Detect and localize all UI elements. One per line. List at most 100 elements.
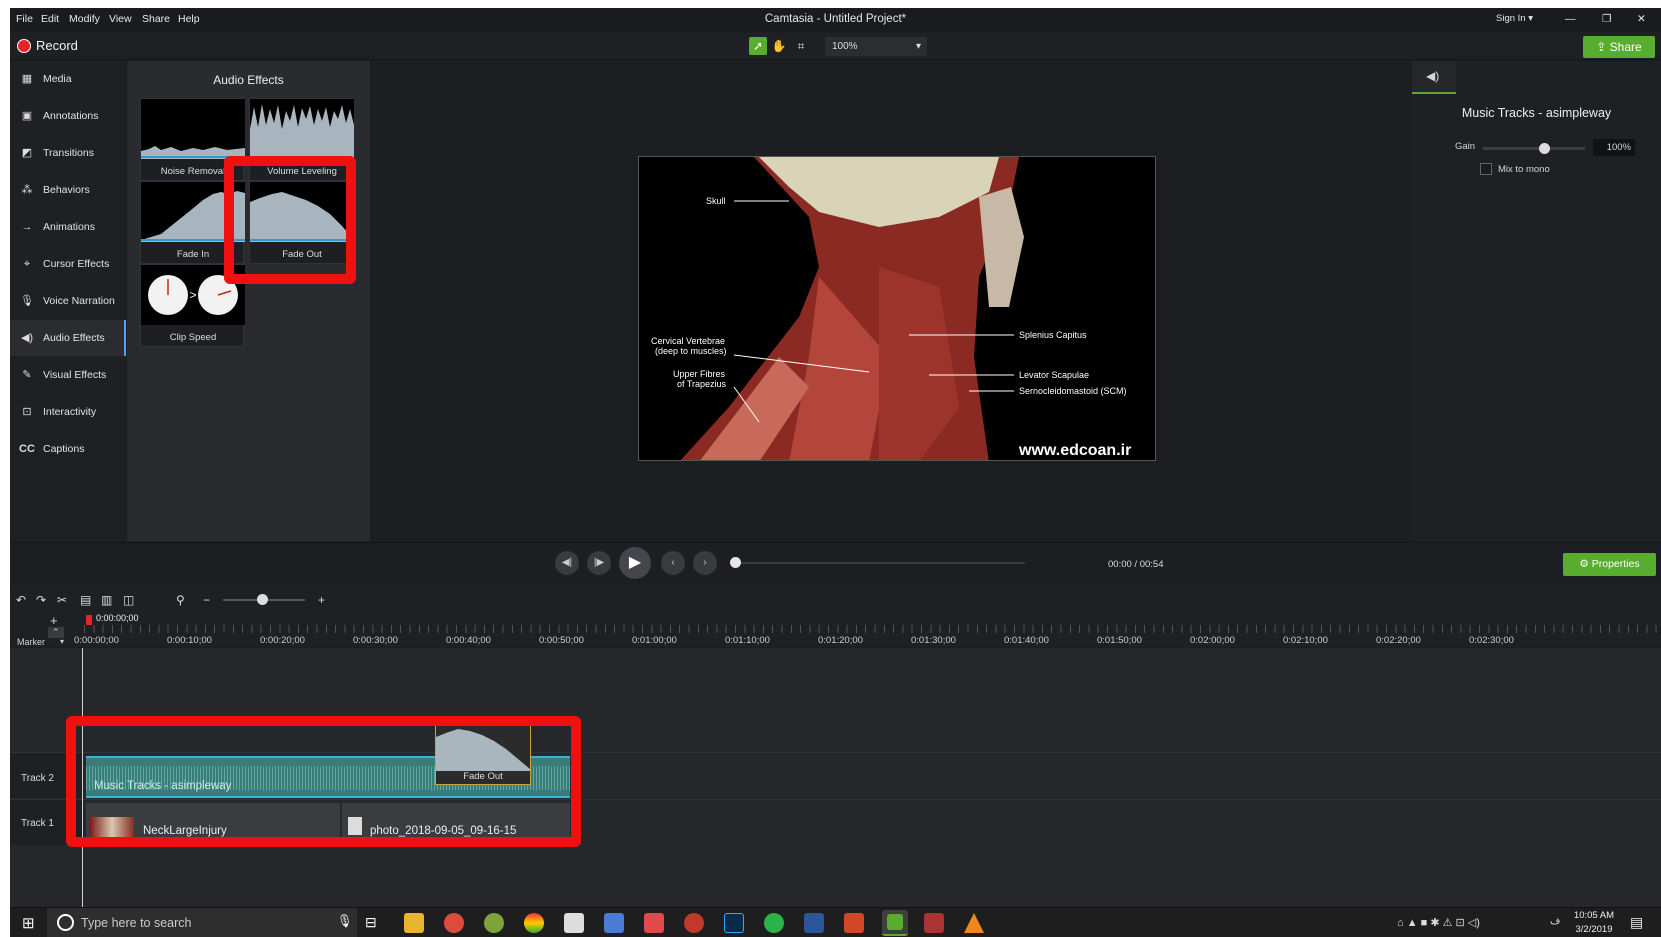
film-icon: ▦ [21, 73, 33, 85]
notifications-icon[interactable]: ▤ [1630, 914, 1643, 931]
sidebar-label: Media [43, 73, 72, 85]
word-icon[interactable] [804, 913, 824, 933]
sidebar-label: Annotations [43, 110, 99, 122]
sidebar-item-cursor-effects[interactable]: ⌖ Cursor Effects [10, 246, 126, 282]
split-icon[interactable]: ◫ [123, 593, 134, 607]
pan-hand-icon[interactable]: ✋ [770, 37, 788, 55]
minimize-button[interactable]: — [1565, 13, 1576, 25]
app-icon[interactable] [924, 913, 944, 933]
zoom-out-icon[interactable]: − [203, 593, 210, 607]
ruler-tick-label: 0:02:20;00 [1376, 635, 1421, 646]
waveform-thumbnail [141, 99, 245, 159]
sidebar-item-captions[interactable]: CC Captions [10, 431, 126, 467]
cut-icon[interactable]: ✂ [57, 593, 67, 607]
powerpoint-icon[interactable] [844, 913, 864, 933]
play-icon[interactable]: ▶ [619, 547, 651, 579]
taskbar-search[interactable]: Type here to search 🎙 [47, 908, 357, 937]
speaker-icon: ◀) [20, 332, 34, 344]
step-forward-icon[interactable]: |▶ [587, 551, 611, 575]
playhead-marker[interactable] [86, 615, 92, 625]
sidebar-item-transitions[interactable]: ◩ Transitions [10, 135, 126, 171]
gain-value[interactable]: 100% [1593, 139, 1635, 156]
ruler-tick-label: 0:02:30;00 [1469, 635, 1514, 646]
clock-date[interactable]: 3/2/2019 [1572, 924, 1616, 935]
sidebar-item-interactivity[interactable]: ⊡ Interactivity [10, 394, 126, 430]
sidebar-item-media[interactable]: ▦ Media [10, 61, 126, 97]
timeline-zoom-thumb[interactable] [257, 594, 268, 605]
app-icon[interactable] [524, 913, 544, 933]
cc-icon: CC [19, 443, 35, 455]
sidebar-item-behaviors[interactable]: ⁂ Behaviors [10, 172, 126, 208]
sidebar-label: Animations [43, 221, 95, 233]
menu-bar: File Edit Modify View Share Help Camtasi… [10, 8, 1661, 32]
app-icon[interactable] [684, 913, 704, 933]
ruler-tick-label: 0:02:10;00 [1283, 635, 1328, 646]
app-icon[interactable] [484, 913, 504, 933]
gain-slider-thumb[interactable] [1539, 143, 1551, 154]
close-button[interactable]: ✕ [1637, 13, 1646, 25]
sidebar-label: Visual Effects [43, 369, 107, 381]
step-back-icon[interactable]: ◀| [555, 551, 579, 575]
sidebar-item-visual-effects[interactable]: ✎ Visual Effects [10, 357, 126, 393]
chevron-down-icon[interactable]: ▾ [60, 637, 64, 646]
waveform-thumbnail [250, 99, 354, 159]
file-explorer-icon[interactable] [404, 913, 424, 933]
chrome-icon[interactable] [444, 913, 464, 933]
scrub-thumb[interactable] [730, 557, 741, 568]
ruler-tick-label: 0:00:20;00 [260, 635, 305, 646]
task-view-icon[interactable]: ⊟ [365, 914, 377, 931]
select-tool-icon[interactable]: ➚ [749, 37, 767, 55]
next-marker-icon[interactable]: › [693, 551, 717, 575]
mix-to-mono-checkbox[interactable] [1480, 163, 1492, 175]
zoom-select[interactable]: 100% ▾ [825, 37, 927, 56]
sidebar-item-annotations[interactable]: ▣ Annotations [10, 98, 126, 134]
camtasia-taskbar-icon[interactable] [882, 910, 908, 936]
duration: 00:54 [1139, 559, 1164, 570]
gain-slider[interactable] [1483, 143, 1585, 154]
ruler-tick-label: 0:00:00;00 [74, 635, 119, 646]
timeline-zoom-slider[interactable] [223, 594, 305, 605]
zoom-search-icon[interactable]: ⚲ [176, 593, 185, 607]
sidebar-item-audio-effects[interactable]: ◀) Audio Effects [10, 320, 126, 356]
properties-button[interactable]: ⚙ Properties [1563, 553, 1656, 576]
time-readout: 00:00 / 00:54 [1108, 559, 1163, 570]
redo-icon[interactable]: ↷ [36, 593, 46, 607]
ruler-ticks [84, 625, 1661, 633]
sidebar-item-voice-narration[interactable]: 🎙 Voice Narration [10, 283, 126, 319]
sign-in-menu[interactable]: Sign In ▾ [1496, 13, 1533, 24]
cursor-icon: ⌖ [23, 258, 31, 270]
sidebar-item-animations[interactable]: → Animations [10, 209, 126, 245]
restore-button[interactable]: ❐ [1602, 13, 1611, 25]
video-preview[interactable]: Skull Cervical Vertebrae (deep to muscle… [638, 156, 1156, 461]
app-icon[interactable] [604, 913, 624, 933]
app-icon[interactable] [564, 913, 584, 933]
sidebar-label: Interactivity [43, 406, 97, 418]
scrub-bar[interactable] [730, 557, 1025, 568]
keyboard-language[interactable]: ف [1550, 916, 1560, 927]
highlight-box-effect [224, 156, 356, 284]
neck-anatomy-image: Skull Cervical Vertebrae (deep to muscle… [639, 157, 1155, 460]
previous-marker-icon[interactable]: ‹ [661, 551, 685, 575]
record-button[interactable]: Record [36, 38, 78, 53]
add-track-icon[interactable]: + [50, 613, 58, 628]
vlc-icon[interactable] [964, 913, 984, 933]
photoshop-icon[interactable] [724, 913, 744, 933]
audio-properties-tab[interactable]: ◀) [1412, 61, 1456, 94]
crop-icon[interactable]: ⌗ [792, 37, 810, 55]
whatsapp-icon[interactable] [764, 913, 784, 933]
microphone-icon[interactable]: 🎙 [337, 914, 353, 929]
app-icon[interactable] [644, 913, 664, 933]
marker-label[interactable]: Marker [17, 637, 45, 647]
windows-start-icon[interactable]: ⊞ [22, 914, 35, 932]
copy-icon[interactable]: ▤ [80, 593, 91, 607]
timeline-ruler: + ⌃ Marker ▾ 0:00:00;00 0:00:00;00 0:00:1… [10, 613, 1661, 647]
ruler-tick-label: 0:00:50;00 [539, 635, 584, 646]
zoom-in-icon[interactable]: + [318, 593, 325, 607]
record-icon[interactable] [17, 39, 31, 53]
properties-button-label: Properties [1591, 558, 1640, 570]
paste-icon[interactable]: ▥ [101, 593, 112, 607]
system-tray-icons[interactable]: ⌂ ▲ ■ ✱ ⚠ ⊡ ◁) [1397, 916, 1480, 929]
share-button[interactable]: ⇪ Share [1583, 36, 1655, 58]
undo-icon[interactable]: ↶ [16, 593, 26, 607]
clock-time[interactable]: 10:05 AM [1572, 910, 1616, 921]
